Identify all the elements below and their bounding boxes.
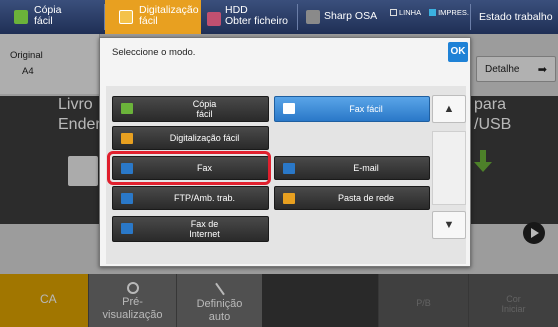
email-icon <box>283 163 295 174</box>
tab-digitalizacao-facil[interactable]: Digitalização fácil <box>105 0 201 34</box>
mode-digitalizacao-facil[interactable]: Digitalização fácil <box>112 126 269 150</box>
tab-sharp-osa[interactable]: Sharp OSA <box>298 0 380 34</box>
mode-pasta-de-rede[interactable]: Pasta de rede <box>274 186 430 210</box>
ok-button[interactable]: OK <box>448 42 468 62</box>
top-bar: Cópia fácil Digitalização fácil HDD Obte… <box>0 0 558 34</box>
tab-label: Sharp OSA <box>324 10 378 22</box>
scroll-down-icon[interactable]: ▼ <box>432 211 466 239</box>
dialog-title: Seleccione o modo. <box>112 47 196 58</box>
mode-label: E-mail <box>353 163 379 173</box>
ftp-icon <box>121 193 133 204</box>
scroll-track[interactable] <box>432 131 466 205</box>
copy-icon <box>121 103 133 114</box>
copy-icon <box>14 10 28 24</box>
mode-email[interactable]: E-mail <box>274 156 430 180</box>
tab-copia-facil[interactable]: Cópia fácil <box>0 0 104 34</box>
tab-label: Cópia fácil <box>34 4 62 27</box>
mode-label: Fax de Internet <box>189 219 220 239</box>
status-indicators: LINHA IMPRES. <box>390 8 469 17</box>
job-status-button[interactable]: Estado trabalho <box>471 0 558 34</box>
fax-highlight-frame <box>107 151 271 185</box>
mode-label: Digitalização fácil <box>169 133 240 143</box>
mode-copia-facil[interactable]: Cópia fácil <box>112 96 269 122</box>
mode-fax-de-internet[interactable]: Fax de Internet <box>112 216 269 242</box>
scan-icon <box>119 10 133 24</box>
line-status-label: LINHA <box>399 8 422 17</box>
mode-label: FTP/Amb. trab. <box>173 193 235 203</box>
tab-label: HDD Obter ficheiro <box>225 4 289 27</box>
print-status-label: IMPRES. <box>438 8 469 17</box>
mode-ftp[interactable]: FTP/Amb. trab. <box>112 186 269 210</box>
tab-hdd-obter-ficheiro[interactable]: HDD Obter ficheiro <box>201 0 297 34</box>
hdd-icon <box>207 12 221 26</box>
scan-icon <box>121 133 133 144</box>
mode-label: Cópia fácil <box>192 99 217 119</box>
mode-label: Pasta de rede <box>337 193 395 203</box>
print-status-icon <box>429 9 437 16</box>
mode-fax-facil[interactable]: Fax fácil <box>274 96 430 122</box>
mode-list-scrollbar[interactable]: ▲ ▼ <box>432 95 466 241</box>
osa-icon <box>306 10 320 24</box>
scroll-up-icon[interactable]: ▲ <box>432 95 466 123</box>
fax-easy-icon <box>283 103 295 114</box>
internet-fax-icon <box>121 223 133 234</box>
folder-icon <box>283 193 295 204</box>
line-status-icon <box>390 9 397 16</box>
mode-label: Fax fácil <box>349 104 383 114</box>
job-status-label: Estado trabalho <box>479 11 553 23</box>
tab-label: Digitalização fácil <box>139 4 199 27</box>
